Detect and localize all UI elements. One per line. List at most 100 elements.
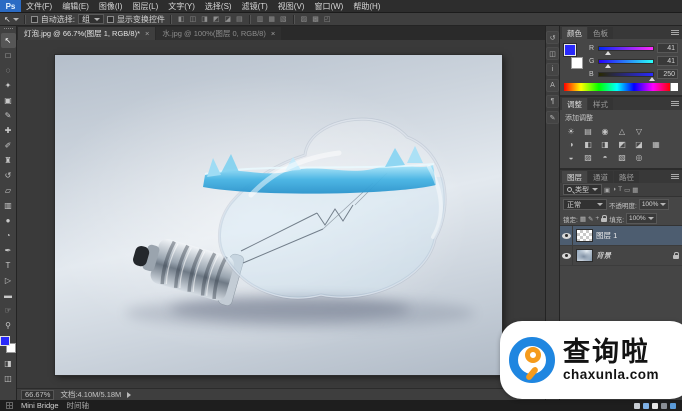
menu-image[interactable]: 图像(I): [94, 0, 128, 12]
color-balance-icon[interactable]: ◧: [582, 139, 594, 149]
align-bottom-icon[interactable]: ◨: [200, 15, 209, 23]
distribute-icon[interactable]: ▧: [279, 15, 288, 23]
opacity-dropdown[interactable]: 100%: [639, 199, 670, 210]
tab-styles[interactable]: 样式: [588, 98, 613, 110]
slider-thumb[interactable]: [649, 77, 655, 81]
quick-selection-tool-button[interactable]: ✦: [1, 78, 16, 93]
close-icon[interactable]: ×: [271, 29, 275, 38]
fill-dropdown[interactable]: 100%: [626, 213, 657, 224]
blend-mode-dropdown[interactable]: 正常: [563, 199, 607, 210]
align-left-icon[interactable]: ◩: [212, 15, 221, 23]
selective-color-icon[interactable]: ◎: [633, 152, 645, 162]
menu-select[interactable]: 选择(S): [200, 0, 237, 12]
foreground-color-swatch[interactable]: [564, 44, 576, 56]
menu-help[interactable]: 帮助(H): [348, 0, 385, 12]
panel-menu-icon[interactable]: [671, 101, 679, 106]
slider-thumb[interactable]: [605, 51, 611, 55]
doc-tab-water[interactable]: 水.jpg @ 100%(图层 0, RGB/8) ×: [156, 27, 281, 40]
marquee-tool-button[interactable]: □: [1, 48, 16, 63]
dodge-tool-button[interactable]: ◔: [1, 228, 16, 243]
align-vcenter-icon[interactable]: ◫: [189, 15, 198, 23]
type-tool-button[interactable]: T: [1, 258, 16, 273]
brush-tool-button[interactable]: ✐: [1, 138, 16, 153]
menu-layer[interactable]: 图层(L): [127, 0, 163, 12]
channel-mixer-icon[interactable]: ◪: [633, 139, 645, 149]
filter-type-dropdown[interactable]: 类型: [563, 184, 602, 195]
layer-row-background[interactable]: 背景: [560, 246, 682, 266]
paragraph-panel-button[interactable]: ¶: [546, 95, 559, 108]
show-transform-checkbox[interactable]: [107, 16, 114, 23]
auto-select-dropdown[interactable]: 组: [78, 14, 104, 24]
systray-icon[interactable]: [634, 403, 640, 409]
crop-tool-button[interactable]: ▣: [1, 93, 16, 108]
screen-mode-button[interactable]: ◫: [1, 371, 16, 386]
filter-pixel-layers-icon[interactable]: ▣: [604, 186, 610, 194]
visibility-toggle[interactable]: [560, 246, 573, 265]
path-selection-tool-button[interactable]: ▷: [1, 273, 16, 288]
healing-brush-tool-button[interactable]: ✚: [1, 123, 16, 138]
tab-paths[interactable]: 路径: [614, 171, 639, 183]
threed-mode-icon[interactable]: ▨: [300, 15, 309, 23]
zoom-tool-button[interactable]: ⚲: [1, 318, 16, 333]
notes-panel-button[interactable]: ✎: [546, 111, 559, 124]
move-tool-button[interactable]: ↖: [1, 33, 16, 48]
layer-row-layer1[interactable]: 图层 1: [560, 226, 682, 246]
quick-mask-button[interactable]: ◨: [1, 356, 16, 371]
properties-panel-button[interactable]: ◫: [546, 47, 559, 60]
layer-name[interactable]: 背景: [596, 250, 670, 261]
threed-mode-icon[interactable]: ▩: [311, 15, 320, 23]
systray-icon[interactable]: [670, 403, 676, 409]
invert-icon[interactable]: ◒: [565, 152, 577, 162]
menu-filter[interactable]: 滤镜(T): [237, 0, 273, 12]
filter-shape-layers-icon[interactable]: ▭: [624, 186, 630, 194]
white-chip[interactable]: [670, 83, 678, 91]
status-arrow-icon[interactable]: [127, 392, 131, 398]
tab-channels[interactable]: 通道: [588, 171, 613, 183]
pen-tool-button[interactable]: ✒: [1, 243, 16, 258]
lock-all-icon[interactable]: [601, 218, 607, 222]
hue-saturation-icon[interactable]: ◑: [565, 139, 577, 149]
layer-thumbnail[interactable]: [576, 249, 593, 262]
close-icon[interactable]: ×: [145, 29, 149, 38]
tab-layers[interactable]: 图层: [562, 171, 587, 183]
grid-icon[interactable]: [6, 402, 13, 409]
panel-color-swatches[interactable]: [564, 43, 584, 69]
layer-name[interactable]: 图层 1: [596, 230, 679, 241]
menu-view[interactable]: 视图(V): [273, 0, 310, 12]
menu-type[interactable]: 文字(Y): [163, 0, 200, 12]
levels-icon[interactable]: ▤: [582, 126, 594, 136]
threed-mode-icon[interactable]: ◰: [323, 15, 332, 23]
shape-tool-button[interactable]: ▬: [1, 288, 16, 303]
layer-thumbnail[interactable]: [576, 229, 593, 242]
tab-color[interactable]: 颜色: [562, 27, 587, 39]
background-color-swatch[interactable]: [571, 57, 583, 69]
systray-icon[interactable]: [643, 403, 649, 409]
panel-menu-icon[interactable]: [671, 174, 679, 179]
align-hcenter-icon[interactable]: ◪: [223, 15, 232, 23]
exposure-icon[interactable]: △: [616, 126, 628, 136]
blur-tool-button[interactable]: ●: [1, 213, 16, 228]
canvas-pasteboard[interactable]: [17, 40, 545, 388]
green-slider[interactable]: [598, 59, 654, 64]
info-panel-button[interactable]: i: [546, 63, 559, 76]
doc-tab-lightbulb[interactable]: 灯泡.jpg @ 66.7%(图层 1, RGB/8)* ×: [18, 27, 155, 40]
menu-file[interactable]: 文件(F): [21, 0, 57, 12]
filter-smart-objects-icon[interactable]: ▦: [632, 186, 638, 194]
current-tool-preset[interactable]: ↖: [4, 15, 19, 24]
clone-stamp-tool-button[interactable]: ♜: [1, 153, 16, 168]
timeline-button[interactable]: 时间轴: [67, 400, 90, 411]
black-white-icon[interactable]: ◨: [599, 139, 611, 149]
green-value[interactable]: 41: [657, 56, 678, 66]
visibility-toggle[interactable]: [560, 226, 573, 245]
align-right-icon[interactable]: ▤: [235, 15, 244, 23]
threshold-icon[interactable]: ◓: [599, 152, 611, 162]
gradient-tool-button[interactable]: ▥: [1, 198, 16, 213]
filter-adjustment-layers-icon[interactable]: ◑: [612, 186, 616, 193]
document-image[interactable]: [55, 55, 502, 375]
auto-select-checkbox[interactable]: [31, 16, 38, 23]
tab-swatches[interactable]: 色板: [588, 27, 613, 39]
blue-slider[interactable]: [598, 72, 654, 77]
lock-pixels-icon[interactable]: ✎: [588, 215, 593, 223]
tab-adjustments[interactable]: 调整: [562, 98, 587, 110]
distribute-icon[interactable]: ▥: [256, 15, 265, 23]
